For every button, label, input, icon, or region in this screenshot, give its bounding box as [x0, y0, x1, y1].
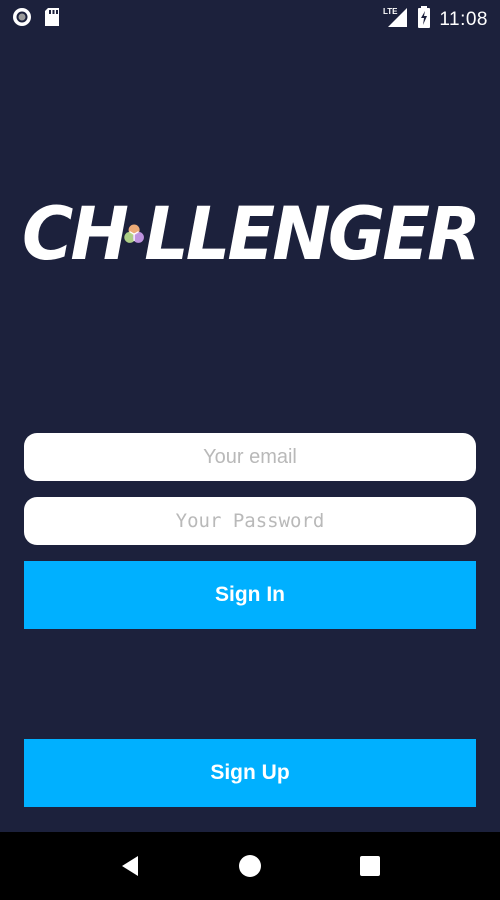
- battery-charging-icon: [417, 6, 431, 33]
- sd-card-icon: [44, 7, 60, 32]
- logo-circles-icon: [124, 224, 144, 243]
- sign-in-button[interactable]: Sign In: [24, 561, 476, 629]
- login-screen: LTE 11:08 CH LLENGER Sign: [0, 0, 500, 900]
- logo-prefix: CH: [22, 190, 129, 278]
- home-icon[interactable]: [230, 846, 270, 886]
- back-icon[interactable]: [110, 846, 150, 886]
- email-field[interactable]: [24, 433, 476, 481]
- recents-icon[interactable]: [350, 846, 390, 886]
- record-icon: [12, 7, 32, 32]
- password-field[interactable]: [24, 497, 476, 545]
- sign-up-button[interactable]: Sign Up: [24, 739, 476, 807]
- logo-suffix: LLENGER: [144, 190, 481, 278]
- status-time: 11:08: [439, 8, 488, 30]
- status-bar: LTE 11:08: [0, 0, 500, 36]
- navigation-bar: [0, 832, 500, 900]
- app-logo: CH LLENGER: [22, 190, 481, 278]
- signal-icon: LTE: [383, 6, 409, 33]
- network-type-label: LTE: [383, 7, 398, 16]
